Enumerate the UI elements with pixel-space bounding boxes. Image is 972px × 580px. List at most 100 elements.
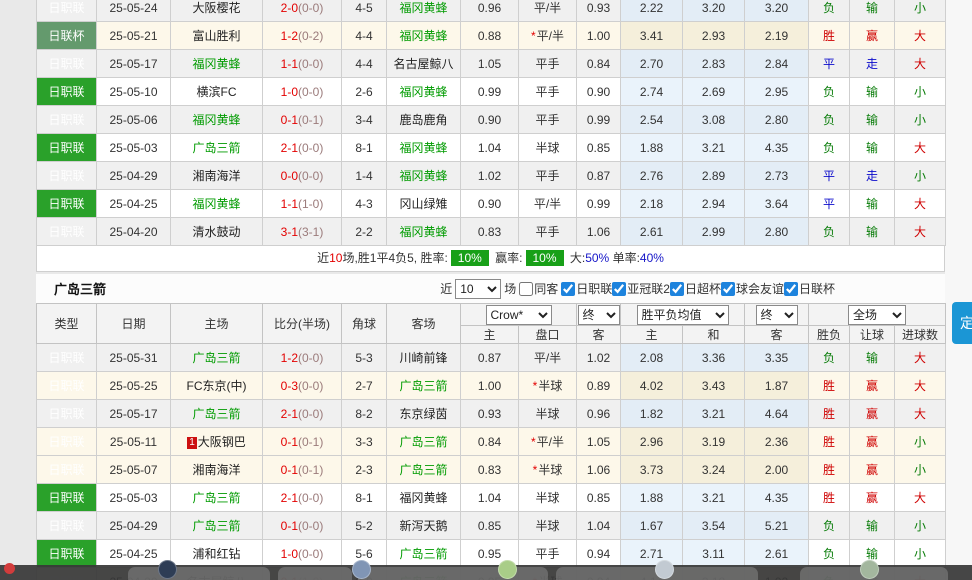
app-icon[interactable] (158, 560, 177, 579)
away-team[interactable]: 广岛三箭 (387, 456, 461, 484)
match-count-select[interactable]: 10 (455, 279, 501, 299)
team-name-link[interactable]: 福冈黄蜂 (192, 197, 240, 211)
away-team[interactable]: 广岛三箭 (387, 428, 461, 456)
team-name-link[interactable]: 广岛三箭 (399, 435, 447, 449)
app-icon[interactable] (860, 560, 879, 579)
away-team[interactable]: 福冈黄蜂 (387, 484, 461, 512)
away-team[interactable]: 川崎前锋 (387, 344, 461, 372)
team-name-link[interactable]: 福冈黄蜂 (399, 85, 447, 99)
league-type-badge[interactable]: 日联杯 (37, 22, 97, 50)
app-icon[interactable] (498, 560, 517, 579)
team-name-link[interactable]: 横滨FC (197, 85, 237, 99)
home-team[interactable]: 湘南海洋 (171, 162, 263, 190)
side-panel-button[interactable]: 定 (952, 302, 972, 344)
league-type-badge[interactable]: 日职联 (37, 512, 97, 540)
team-name-link[interactable]: 福冈黄蜂 (399, 225, 447, 239)
away-team[interactable]: 广岛三箭 (387, 372, 461, 400)
team-name-link[interactable]: 名古屋鲸八 (393, 57, 453, 71)
app-icon[interactable] (655, 560, 674, 579)
league-type-badge[interactable]: 日职联 (37, 400, 97, 428)
league-type-badge[interactable]: 日职联 (37, 134, 97, 162)
league-type-badge[interactable]: 日职联 (37, 428, 97, 456)
away-team[interactable]: 名古屋鲸八 (387, 50, 461, 78)
league-type-badge[interactable]: 日职联 (37, 344, 97, 372)
away-team[interactable]: 东京绿茵 (387, 400, 461, 428)
team-name-link[interactable]: 新泻天鹅 (399, 519, 447, 533)
team-name-link[interactable]: 湘南海洋 (192, 463, 240, 477)
team-name-link[interactable]: 大阪钢巴 (198, 435, 246, 449)
team-name-link[interactable]: 浦和红钻 (192, 547, 240, 561)
team-name-link[interactable]: 湘南海洋 (192, 169, 240, 183)
home-team[interactable]: 湘南海洋 (171, 456, 263, 484)
final-odds-select-1[interactable]: 终 (578, 305, 620, 325)
team-name-link[interactable]: 冈山绿雉 (399, 197, 447, 211)
league-type-badge[interactable]: 日职联 (37, 484, 97, 512)
league-filter-checkbox[interactable] (670, 282, 684, 296)
team-name-link[interactable]: 福冈黄蜂 (399, 1, 447, 15)
league-filter-checkbox-label[interactable]: 亚冠联2 (612, 280, 670, 297)
taskbar-app-button[interactable] (278, 567, 352, 580)
team-name-link[interactable]: FC东京(中) (187, 379, 247, 393)
team-name-link[interactable]: 广岛三箭 (399, 379, 447, 393)
home-team[interactable]: FC东京(中) (171, 372, 263, 400)
league-filter-checkbox[interactable] (784, 282, 798, 296)
away-team[interactable]: 鹿岛鹿角 (387, 106, 461, 134)
league-type-badge[interactable]: 日职联 (37, 162, 97, 190)
team-name-link[interactable]: 广岛三箭 (192, 407, 240, 421)
league-type-badge[interactable]: 日职联 (37, 540, 97, 568)
app-icon[interactable] (352, 560, 371, 579)
home-team[interactable]: 福冈黄蜂 (171, 106, 263, 134)
team-name-link[interactable]: 清水鼓动 (192, 225, 240, 239)
team-name-link[interactable]: 福冈黄蜂 (192, 113, 240, 127)
league-type-badge[interactable]: 日职联 (37, 50, 97, 78)
home-team[interactable]: 清水鼓动 (171, 218, 263, 246)
away-team[interactable]: 福冈黄蜂 (387, 162, 461, 190)
away-team[interactable]: 广岛三箭 (387, 540, 461, 568)
taskbar[interactable] (0, 565, 972, 580)
home-team[interactable]: 广岛三箭 (171, 134, 263, 162)
odds-source-select[interactable]: Crow* (486, 305, 552, 325)
league-type-badge[interactable]: 日职联 (37, 218, 97, 246)
team-name-link[interactable]: 福冈黄蜂 (399, 29, 447, 43)
league-filter-checkbox-label[interactable]: 日职联 (561, 280, 612, 297)
team-name-link[interactable]: 广岛三箭 (192, 351, 240, 365)
team-name-link[interactable]: 广岛三箭 (399, 547, 447, 561)
league-type-badge[interactable]: 日职联 (37, 456, 97, 484)
match-scope-select[interactable]: 全场 (848, 305, 906, 325)
home-team[interactable]: 广岛三箭 (171, 484, 263, 512)
home-team[interactable]: 福冈黄蜂 (171, 190, 263, 218)
team-name-link[interactable]: 川崎前锋 (399, 351, 447, 365)
same-away-checkbox-label[interactable]: 同客 (519, 280, 558, 297)
league-type-badge[interactable]: 日职联 (37, 78, 97, 106)
league-type-badge[interactable]: 日职联 (37, 0, 97, 22)
league-filter-checkbox[interactable] (561, 282, 575, 296)
team-name-link[interactable]: 广岛三箭 (192, 141, 240, 155)
team-name-link[interactable]: 福冈黄蜂 (399, 491, 447, 505)
away-team[interactable]: 福冈黄蜂 (387, 22, 461, 50)
team-name-link[interactable]: 福冈黄蜂 (399, 169, 447, 183)
team-name-link[interactable]: 广岛三箭 (192, 491, 240, 505)
home-team[interactable]: 广岛三箭 (171, 512, 263, 540)
taskbar-app-button[interactable] (128, 567, 270, 580)
team-name-link[interactable]: 大阪樱花 (192, 1, 240, 15)
avg-odds-select[interactable]: 胜平负均值 (637, 305, 729, 325)
league-type-badge[interactable]: 日职联 (37, 190, 97, 218)
away-team[interactable]: 福冈黄蜂 (387, 78, 461, 106)
league-filter-checkbox-label[interactable]: 球会友谊 (721, 280, 784, 297)
home-team[interactable]: 广岛三箭 (171, 400, 263, 428)
home-team[interactable]: 大阪樱花 (171, 0, 263, 22)
league-filter-checkbox-label[interactable]: 日联杯 (784, 280, 835, 297)
team-name-link[interactable]: 东京绿茵 (399, 407, 447, 421)
team-name-link[interactable]: 鹿岛鹿角 (399, 113, 447, 127)
league-filter-checkbox-label[interactable]: 日超杯 (670, 280, 721, 297)
away-team[interactable]: 冈山绿雉 (387, 190, 461, 218)
team-name-link[interactable]: 福冈黄蜂 (192, 57, 240, 71)
team-name-link[interactable]: 广岛三箭 (192, 519, 240, 533)
final-odds-select-2[interactable]: 终 (756, 305, 798, 325)
home-team[interactable]: 横滨FC (171, 78, 263, 106)
home-team[interactable]: 广岛三箭 (171, 344, 263, 372)
league-filter-checkbox[interactable] (612, 282, 626, 296)
league-type-badge[interactable]: 日职联 (37, 106, 97, 134)
home-team[interactable]: 福冈黄蜂 (171, 50, 263, 78)
team-name-link[interactable]: 广岛三箭 (399, 463, 447, 477)
